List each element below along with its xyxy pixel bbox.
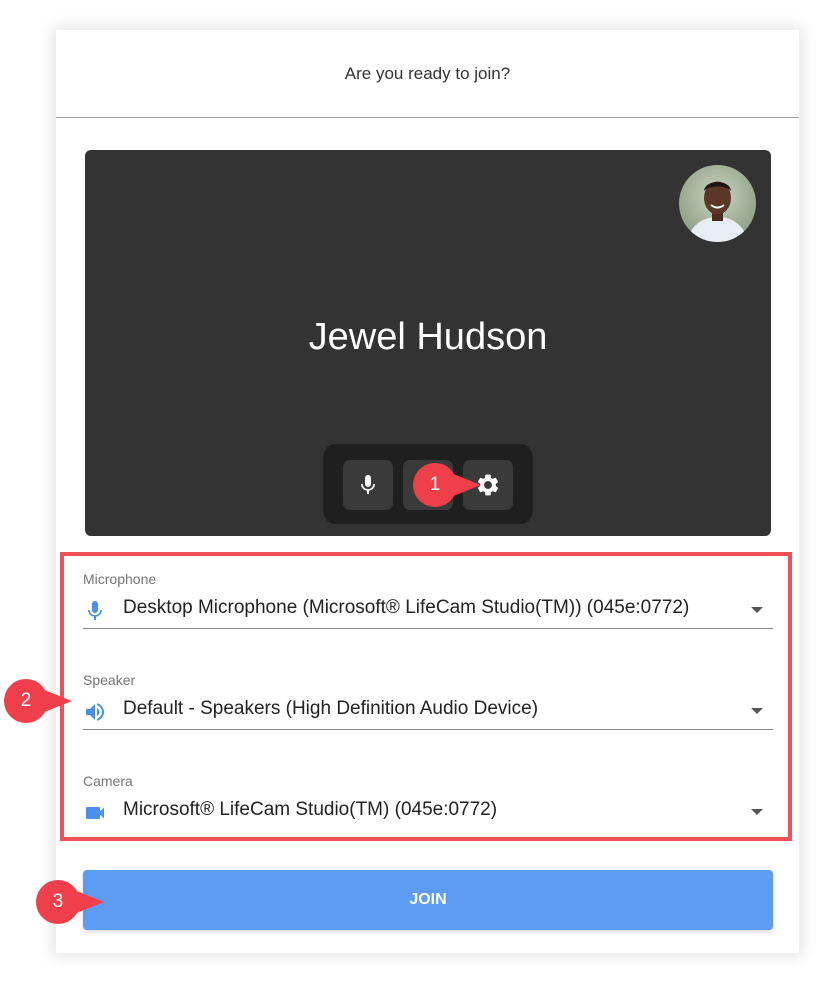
callout-number: 3 xyxy=(52,891,64,912)
highlight-frame xyxy=(60,552,792,841)
callout-number: 1 xyxy=(429,474,441,495)
mic-toggle-button[interactable] xyxy=(343,460,393,510)
join-button[interactable]: JOIN xyxy=(83,870,773,930)
avatar xyxy=(679,165,756,242)
callout-badge-3: 3 xyxy=(34,878,110,926)
participant-name: Jewel Hudson xyxy=(308,316,548,358)
callout-badge-2: 2 xyxy=(2,677,78,725)
microphone-icon xyxy=(361,475,375,494)
callout-badge-1: 1 xyxy=(411,461,487,509)
callout-number: 2 xyxy=(20,690,32,711)
dialog-title: Are you ready to join? xyxy=(56,30,799,118)
